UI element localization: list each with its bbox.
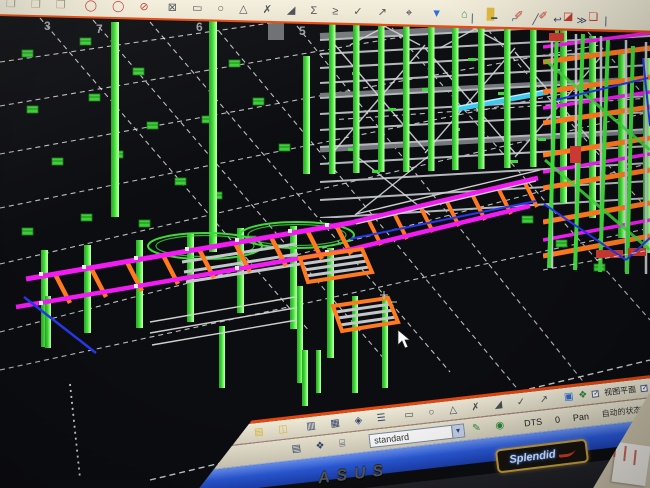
- view-plane-checkbox[interactable]: ✓: [592, 390, 600, 398]
- plane-btn-icon[interactable]: ▣: [563, 391, 574, 403]
- sticker-swoosh-decoration: [557, 448, 575, 457]
- status-dts: DTS: [524, 416, 543, 428]
- walkway-beams: [16, 170, 540, 307]
- phase-icons[interactable]: ▤ ❖ ⌸: [291, 437, 352, 455]
- svg-text:5: 5: [299, 24, 306, 38]
- render-icons[interactable]: ✎ ◉: [472, 419, 511, 434]
- svg-text:3: 3: [44, 19, 51, 33]
- monitor-photo: 3 7 6 5: [0, 0, 650, 488]
- mouse-cursor-icon: [398, 330, 410, 348]
- draw-shape-icons[interactable]: ⊠ ▭ ○ △ ✗ ◢ Σ ≥ ✓ ↗: [168, 2, 393, 19]
- svg-text:7: 7: [96, 22, 103, 36]
- splendid-sticker-text: Splendid: [509, 448, 557, 466]
- status-count: 0: [554, 414, 560, 425]
- status-pan: Pan: [572, 411, 589, 423]
- filter-icon[interactable]: ▼: [431, 8, 448, 20]
- beam-create-icons[interactable]: ❘ ━ ⌐ ╱ ↩ ≫ ❘: [468, 13, 616, 27]
- ortho-btn-icon[interactable]: ❖: [578, 389, 588, 401]
- view-plane-label: 视图平面: [604, 384, 637, 399]
- toolbar-row-secondary: ❘ ━ ⌐ ╱ ↩ ≫ ❘: [468, 13, 626, 28]
- chevron-down-icon[interactable]: ▾: [451, 424, 464, 437]
- clash-check-icons[interactable]: ◯ ◯ ⊘: [85, 0, 155, 13]
- search-icon[interactable]: ⌖: [406, 7, 418, 19]
- file-tools-icons[interactable]: ❐ ❐ ❐: [6, 0, 72, 11]
- platform-frames: [300, 249, 398, 331]
- svg-text:6: 6: [196, 20, 203, 34]
- work-plane-checkbox[interactable]: ✓: [641, 384, 649, 392]
- paper-slip: [611, 442, 650, 486]
